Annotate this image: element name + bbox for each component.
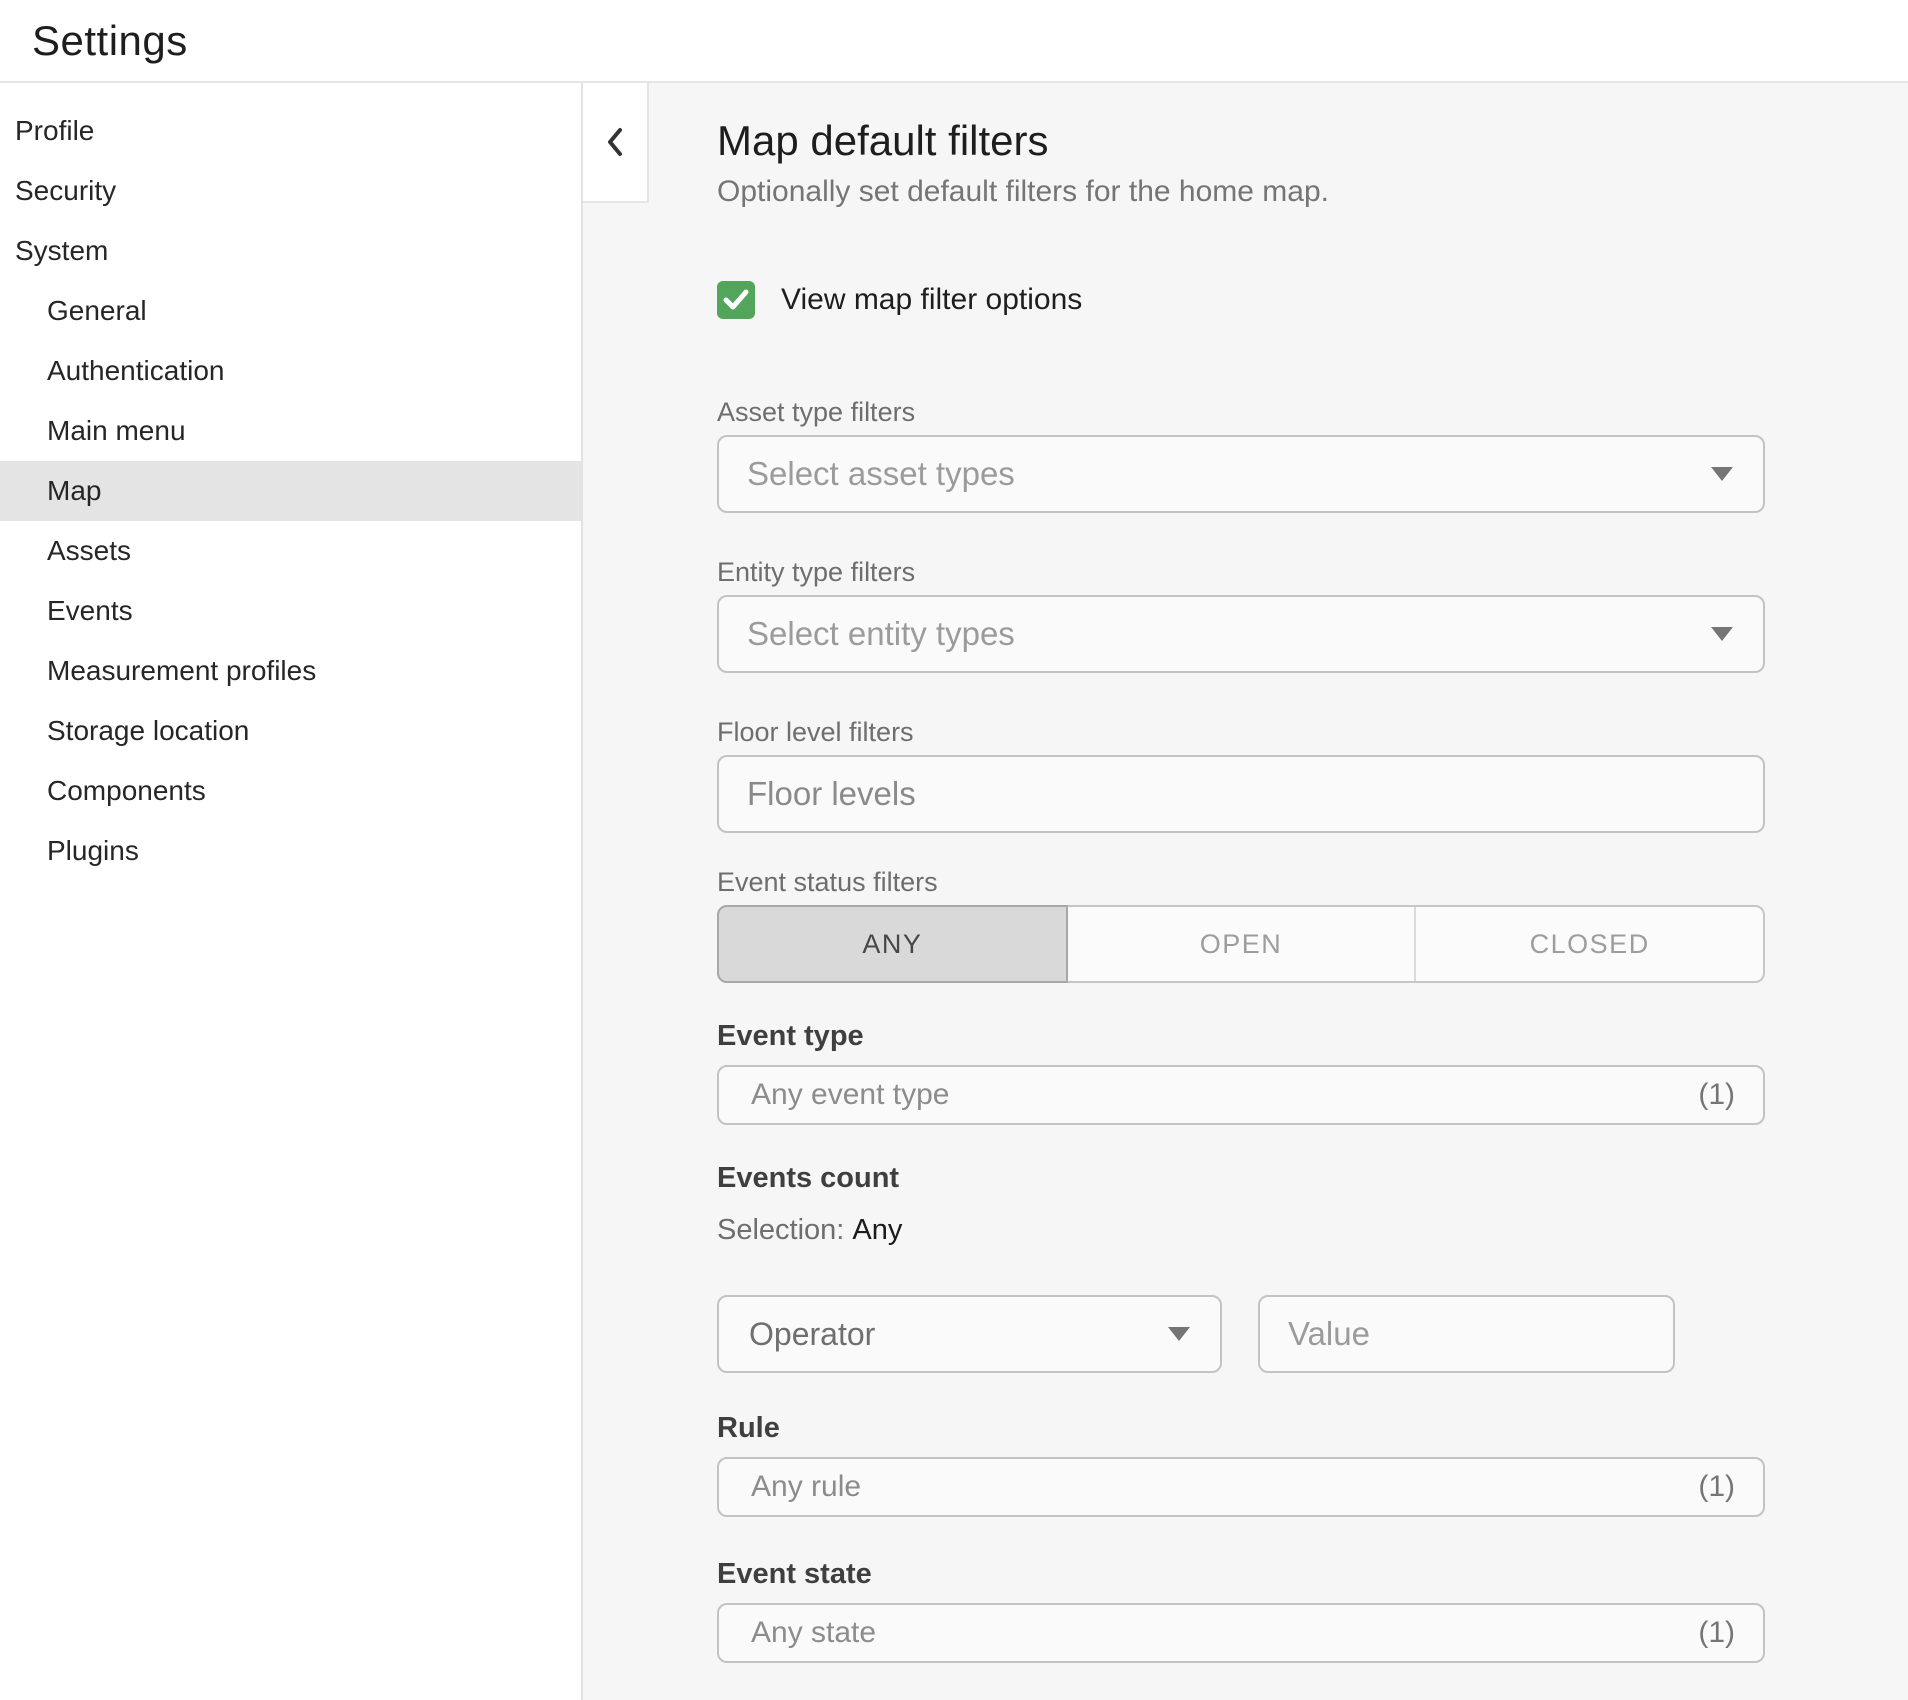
event-status-toggle: ANY OPEN CLOSED: [717, 905, 1765, 983]
asset-type-placeholder: Select asset types: [719, 455, 1015, 493]
view-map-filter-options-row: View map filter options: [717, 281, 1765, 319]
rule-heading: Rule: [717, 1413, 1765, 1443]
sidebar-item-plugins[interactable]: Plugins: [0, 821, 581, 881]
sidebar-item-security[interactable]: Security: [0, 161, 581, 221]
operator-placeholder: Operator: [719, 1316, 875, 1353]
sidebar-item-system[interactable]: System: [0, 221, 581, 281]
asset-type-filters-label: Asset type filters: [717, 399, 1765, 426]
filters-form: Map default filters Optionally set defau…: [717, 117, 1765, 1663]
sidebar-item-label: Map: [47, 475, 101, 507]
shell: Profile Security System General Authenti…: [0, 83, 1908, 1700]
event-type-count-badge: (1): [1698, 1078, 1735, 1112]
sidebar-item-general[interactable]: General: [0, 281, 581, 341]
sidebar-item-measurement-profiles[interactable]: Measurement profiles: [0, 641, 581, 701]
checkmark-icon: [723, 289, 749, 311]
rule-count-badge: (1): [1698, 1470, 1735, 1504]
events-count-controls: Operator: [717, 1295, 1765, 1373]
sidebar-item-label: General: [47, 295, 147, 327]
sidebar-item-components[interactable]: Components: [0, 761, 581, 821]
sidebar-item-events[interactable]: Events: [0, 581, 581, 641]
view-map-filter-options-label[interactable]: View map filter options: [781, 283, 1082, 317]
entity-type-filters-label: Entity type filters: [717, 559, 1765, 586]
selection-value: Any: [852, 1214, 902, 1246]
event-state-value: Any state: [719, 1616, 876, 1650]
sidebar-item-label: Measurement profiles: [47, 655, 316, 687]
selection-label: Selection:: [717, 1214, 844, 1246]
sidebar: Profile Security System General Authenti…: [0, 83, 583, 1700]
floor-levels-input[interactable]: [719, 757, 1763, 831]
event-state-count-badge: (1): [1698, 1616, 1735, 1650]
operator-select[interactable]: Operator: [717, 1295, 1222, 1373]
sidebar-item-label: Plugins: [47, 835, 139, 867]
sidebar-item-storage-location[interactable]: Storage location: [0, 701, 581, 761]
app-header: Settings: [0, 0, 1908, 83]
events-count-heading: Events count: [717, 1163, 1765, 1193]
sidebar-item-label: Main menu: [47, 415, 186, 447]
event-type-value: Any event type: [719, 1078, 949, 1112]
floor-levels-field: [717, 755, 1765, 833]
status-any-button[interactable]: ANY: [717, 905, 1068, 983]
sidebar-item-label: Assets: [47, 535, 131, 567]
event-type-heading: Event type: [717, 1021, 1765, 1051]
dropdown-arrow-icon: [1711, 627, 1733, 641]
panel-title: Map default filters: [717, 117, 1765, 165]
sidebar-item-assets[interactable]: Assets: [0, 521, 581, 581]
sidebar-item-profile[interactable]: Profile: [0, 101, 581, 161]
sidebar-item-main-menu[interactable]: Main menu: [0, 401, 581, 461]
event-state-heading: Event state: [717, 1559, 1765, 1589]
entity-type-placeholder: Select entity types: [719, 615, 1015, 653]
sidebar-item-label: Authentication: [47, 355, 224, 387]
rule-value: Any rule: [719, 1470, 861, 1504]
sidebar-item-label: Events: [47, 595, 133, 627]
map-settings-panel: Map default filters Optionally set defau…: [583, 83, 1908, 1700]
event-status-filters-label: Event status filters: [717, 869, 1765, 896]
events-count-selection: Selection:Any: [717, 1215, 1765, 1245]
rule-select[interactable]: Any rule (1): [717, 1457, 1765, 1517]
status-closed-button[interactable]: CLOSED: [1414, 907, 1763, 981]
collapse-panel-button[interactable]: [583, 83, 649, 203]
sidebar-item-label: System: [15, 235, 108, 267]
event-type-select[interactable]: Any event type (1): [717, 1065, 1765, 1125]
view-map-filter-options-checkbox[interactable]: [717, 281, 755, 319]
sidebar-item-label: Security: [15, 175, 116, 207]
sidebar-item-label: Profile: [15, 115, 94, 147]
settings-window: Settings Profile Security System General…: [0, 0, 1908, 1700]
chevron-left-icon: [605, 126, 625, 158]
panel-subtitle: Optionally set default filters for the h…: [717, 175, 1765, 209]
event-state-select[interactable]: Any state (1): [717, 1603, 1765, 1663]
sidebar-item-label: Components: [47, 775, 206, 807]
sidebar-item-label: Storage location: [47, 715, 249, 747]
value-field: [1258, 1295, 1675, 1373]
sidebar-item-map[interactable]: Map: [0, 461, 581, 521]
dropdown-arrow-icon: [1168, 1327, 1190, 1341]
status-open-button[interactable]: OPEN: [1068, 907, 1415, 981]
value-input[interactable]: [1260, 1297, 1673, 1371]
dropdown-arrow-icon: [1711, 467, 1733, 481]
page-title: Settings: [32, 17, 188, 65]
asset-type-select[interactable]: Select asset types: [717, 435, 1765, 513]
floor-level-filters-label: Floor level filters: [717, 719, 1765, 746]
entity-type-select[interactable]: Select entity types: [717, 595, 1765, 673]
sidebar-item-authentication[interactable]: Authentication: [0, 341, 581, 401]
